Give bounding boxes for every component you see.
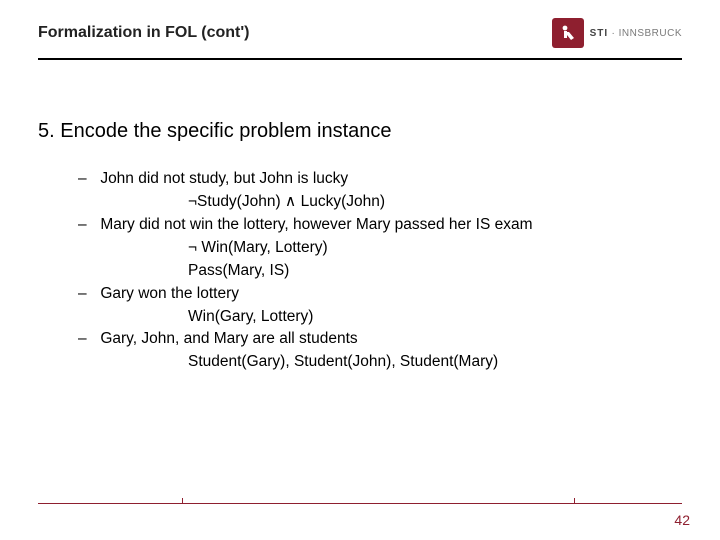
bullet-dash-icon: – — [78, 329, 96, 350]
item-text: Gary, John, and Mary are all students — [100, 330, 357, 347]
step-text: Encode the specific problem instance — [60, 120, 391, 142]
formula-line: ¬ Win(Mary, Lottery) — [188, 238, 682, 259]
logo-sti: STI — [590, 28, 609, 39]
footer-tick-icon — [182, 498, 183, 504]
formula-line: Pass(Mary, IS) — [188, 261, 682, 282]
slide: Formalization in FOL (cont') STI · INNSB… — [0, 0, 720, 540]
step-heading: 5. Encode the specific problem instance — [38, 120, 682, 143]
formula-line: Win(Gary, Lottery) — [188, 307, 682, 328]
logo-place: INNSBRUCK — [619, 28, 682, 39]
step-number: 5. — [38, 120, 55, 142]
list-item: – Gary, John, and Mary are all students — [78, 329, 682, 350]
page-number: 42 — [674, 512, 690, 528]
bullet-dash-icon: – — [78, 215, 96, 236]
logo: STI · INNSBRUCK — [552, 18, 682, 48]
footer-rule — [38, 503, 682, 504]
footer-tick-icon — [574, 498, 575, 504]
content: 5. Encode the specific problem instance … — [38, 120, 682, 375]
list-item: – John did not study, but John is lucky — [78, 169, 682, 190]
list-item: – Gary won the lottery — [78, 284, 682, 305]
header: Formalization in FOL (cont') STI · INNSB… — [38, 18, 682, 48]
formula-line: ¬Study(John) ∧ Lucky(John) — [188, 192, 682, 213]
item-text: John did not study, but John is lucky — [100, 170, 348, 187]
logo-sep: · — [608, 28, 618, 39]
item-text: Gary won the lottery — [100, 285, 239, 302]
logo-badge-icon — [552, 18, 584, 48]
slide-title: Formalization in FOL (cont') — [38, 24, 250, 42]
list-item: – Mary did not win the lottery, however … — [78, 215, 682, 236]
item-text: Mary did not win the lottery, however Ma… — [100, 216, 532, 233]
bullet-dash-icon: – — [78, 284, 96, 305]
logo-text: STI · INNSBRUCK — [590, 28, 682, 39]
bullet-dash-icon: – — [78, 169, 96, 190]
formula-line: Student(Gary), Student(John), Student(Ma… — [188, 352, 682, 373]
header-rule — [38, 58, 682, 60]
bullet-list: – John did not study, but John is lucky … — [78, 169, 682, 373]
